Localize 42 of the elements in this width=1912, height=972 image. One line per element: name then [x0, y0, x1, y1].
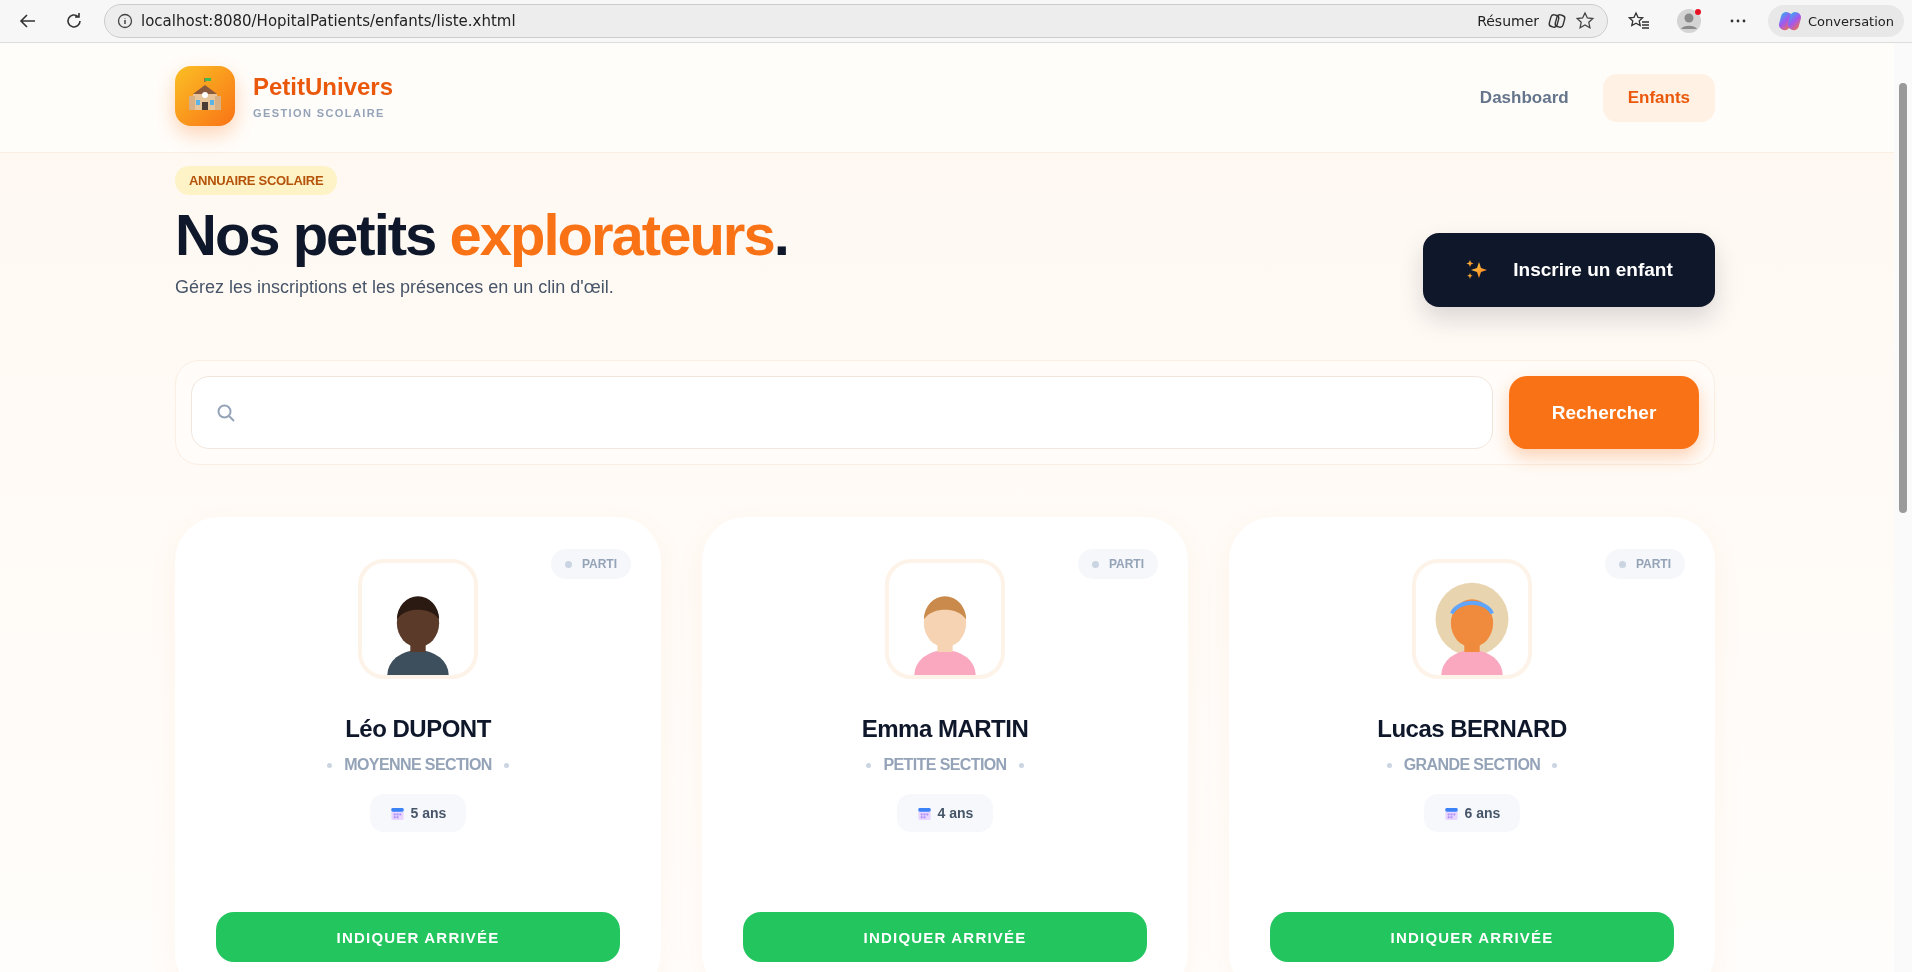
class-section: PETITE SECTION: [883, 756, 1007, 774]
info-icon[interactable]: [117, 13, 133, 29]
calendar-icon: [389, 805, 405, 821]
url-text: localhost:8080/HopitalPatients/enfants/liste.xhtml: [141, 12, 516, 30]
school-logo-icon: [175, 65, 235, 126]
summarize-link[interactable]: Résumer: [1477, 13, 1540, 29]
class-section: MOYENNE SECTION: [344, 756, 492, 774]
reload-icon[interactable]: [64, 11, 84, 31]
favorites-icon[interactable]: [1628, 11, 1651, 31]
child-name: Léo DUPONT: [345, 715, 491, 743]
nav-link[interactable]: Dashboard: [1479, 73, 1569, 122]
search-button[interactable]: Rechercher: [1509, 376, 1699, 449]
copilot-icon: [1778, 9, 1803, 33]
age-pill: 4 ans: [896, 794, 994, 832]
search-field[interactable]: [191, 376, 1493, 449]
arrival-button[interactable]: INDIQUER ARRIVÉE: [216, 912, 620, 962]
scrollbar[interactable]: [1894, 43, 1912, 972]
brand-name[interactable]: PetitUnivers: [253, 72, 394, 101]
enroll-button[interactable]: Inscrire un enfant: [1423, 233, 1715, 307]
star-icon[interactable]: [1575, 11, 1596, 31]
calendar-icon: [916, 805, 932, 821]
page-subtitle: Gérez les inscriptions et les présences en un clin d'œil.: [175, 276, 615, 298]
age-pill: 6 ans: [1423, 794, 1521, 832]
calendar-icon: [1443, 805, 1459, 821]
arrival-button[interactable]: INDIQUER ARRIVÉE: [743, 912, 1147, 962]
brand-tagline: GESTION SCOLAIRE: [253, 106, 386, 119]
arrival-button[interactable]: INDIQUER ARRIVÉE: [1270, 912, 1674, 962]
section-badge: ANNUAIRE SCOLAIRE: [175, 166, 338, 195]
copilot-outline-icon[interactable]: [1547, 11, 1568, 31]
nav-link[interactable]: Enfants: [1602, 73, 1715, 122]
profile-icon[interactable]: [1676, 8, 1703, 34]
address-bar[interactable]: localhost:8080/HopitalPatients/enfants/liste.xhtml Résumer: [104, 4, 1609, 38]
child-name: Emma MARTIN: [861, 715, 1029, 743]
class-section: GRANDE SECTION: [1403, 756, 1541, 774]
age-pill: 5 ans: [369, 794, 467, 832]
search-icon: [216, 402, 236, 423]
page-title: Nos petits explorateurs.: [175, 203, 788, 267]
child-name: Lucas BERNARD: [1377, 715, 1567, 743]
status-badge: PARTI: [550, 549, 631, 579]
status-badge: PARTI: [1604, 549, 1685, 579]
copilot-button[interactable]: Conversation: [1768, 5, 1904, 37]
status-badge: PARTI: [1077, 549, 1158, 579]
